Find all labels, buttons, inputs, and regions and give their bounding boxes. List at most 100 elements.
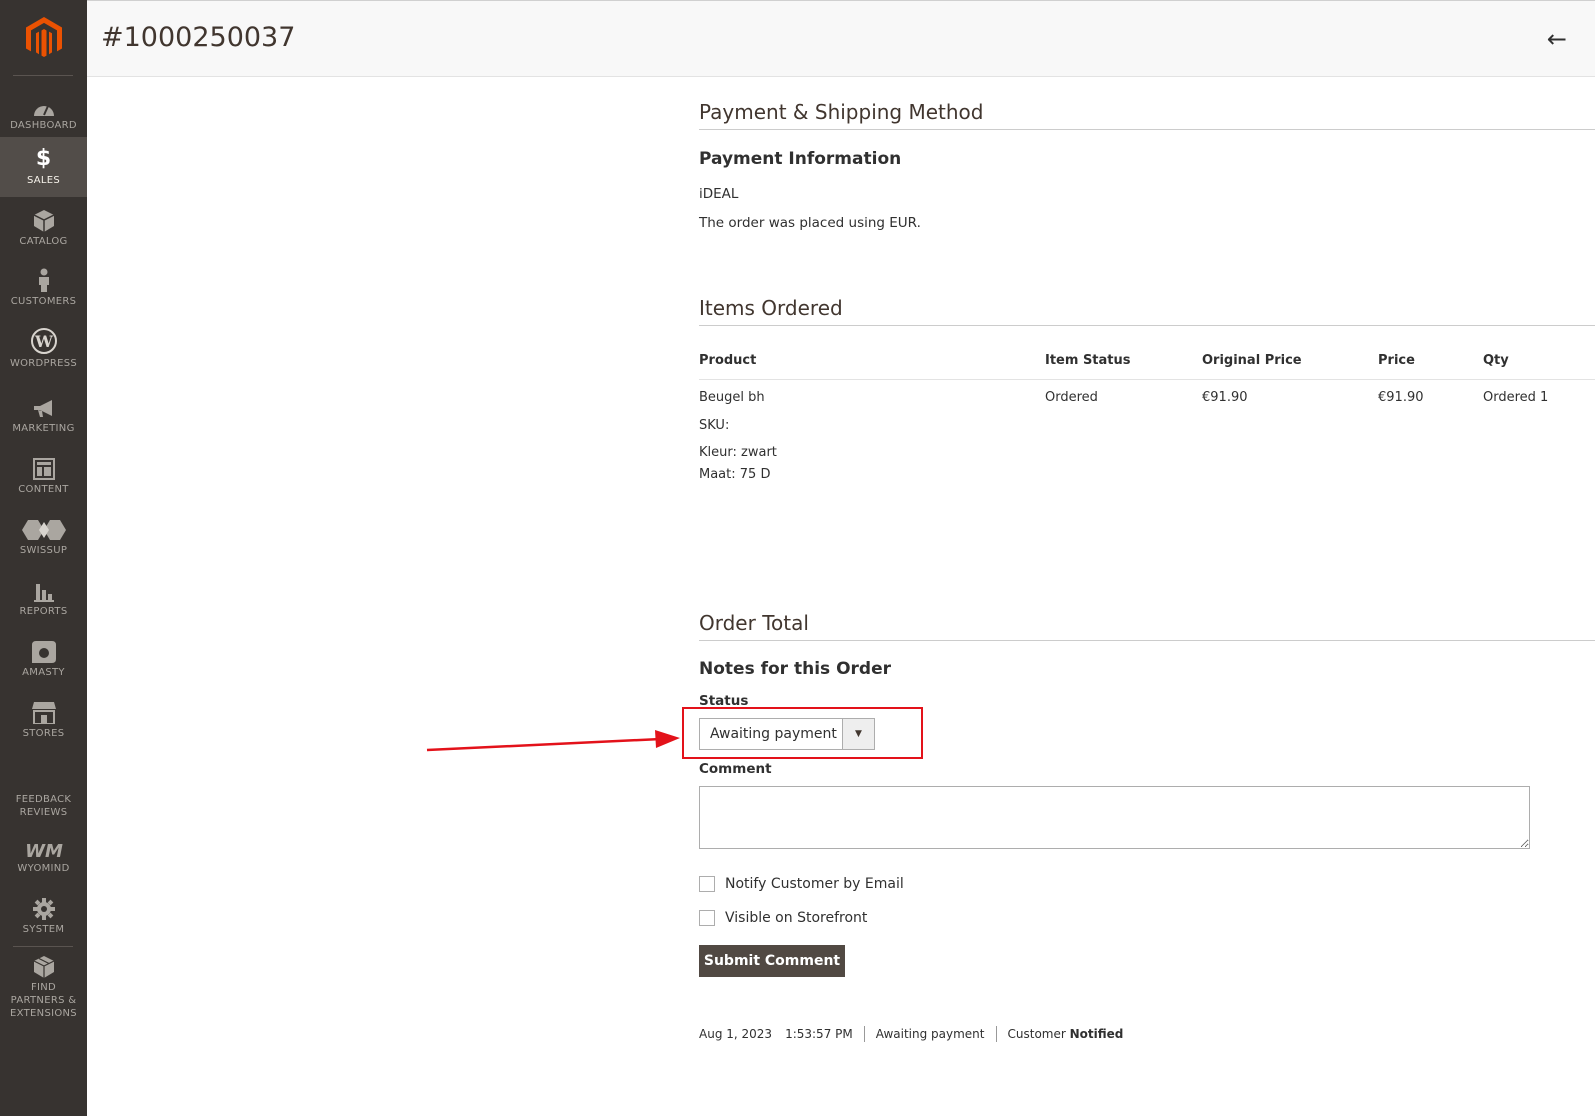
sidebar-item-label: CUSTOMERS [10, 296, 77, 307]
sidebar-item-label: STORES [22, 728, 65, 739]
swissup-icon [21, 515, 66, 541]
comment-label: Comment [699, 761, 772, 777]
bar-chart-icon [33, 576, 54, 602]
sidebar-item-stores[interactable]: STORES [0, 698, 87, 748]
visible-storefront-checkbox[interactable] [699, 910, 715, 926]
payment-method: iDEAL [699, 186, 739, 202]
sidebar-item-label: FIND PARTNERS & EXTENSIONS [10, 982, 77, 1019]
gear-icon [32, 894, 55, 920]
sidebar-item-label: CONTENT [18, 484, 69, 495]
page-header: #1000250037 ← [87, 0, 1595, 77]
dollar-icon: $ [35, 146, 52, 171]
sidebar-item-system[interactable]: SYSTEM [0, 894, 87, 938]
table-header-divider [699, 379, 1595, 380]
wyomind-icon: WM [23, 833, 65, 859]
layout-icon [32, 454, 55, 480]
history-status: Awaiting payment [875, 1027, 985, 1041]
history-customer-state: Notified [1069, 1027, 1124, 1041]
sidebar-item-label: SALES [26, 175, 61, 186]
sidebar-item-label: FEEDBACK REVIEWS [15, 794, 72, 818]
history-divider [995, 1026, 997, 1042]
option-value: 75 D [739, 467, 771, 482]
back-arrow-icon[interactable]: ← [1547, 25, 1567, 53]
column-header-original-price: Original Price [1202, 353, 1302, 368]
page-title: #1000250037 [101, 22, 296, 53]
original-price: €91.90 [1202, 390, 1248, 405]
notify-customer-label[interactable]: Notify Customer by Email [725, 876, 904, 892]
sidebar-divider [13, 946, 73, 947]
product-name: Beugel bh [699, 390, 765, 405]
comment-textarea[interactable] [699, 786, 1530, 849]
person-icon [38, 266, 50, 292]
qty: Ordered 1 [1483, 390, 1549, 405]
sidebar-item-wyomind[interactable]: WM WYOMIND [0, 833, 87, 877]
history-time: 1:53:57 PM [785, 1027, 853, 1041]
sidebar-item-amasty[interactable]: AMASTY [0, 637, 87, 687]
sidebar-item-swissup[interactable]: SWISSUP [0, 515, 87, 565]
notify-customer-row[interactable]: Notify Customer by Email [699, 876, 904, 892]
sidebar-item-label: WORDPRESS [9, 358, 78, 369]
sidebar-item-sales[interactable]: $ SALES [0, 137, 87, 197]
sidebar-item-label: DASHBOARD [10, 120, 77, 131]
store-icon [31, 698, 56, 724]
notify-customer-checkbox[interactable] [699, 876, 715, 892]
column-header-item-status: Item Status [1045, 353, 1131, 368]
sidebar-item-feedback-reviews[interactable]: FEEDBACK REVIEWS [0, 793, 87, 823]
sidebar-item-label: AMASTY [22, 667, 65, 678]
column-header-price: Price [1378, 353, 1415, 368]
magento-logo[interactable] [0, 0, 87, 76]
items-ordered-section-title: Items Ordered [699, 296, 1595, 326]
svg-text:WM: WM [25, 841, 63, 859]
sidebar-item-reports[interactable]: REPORTS [0, 576, 87, 626]
sidebar-item-label: REPORTS [19, 606, 68, 617]
sidebar-item-wordpress[interactable]: W WORDPRESS [0, 328, 87, 378]
notes-title: Notes for this Order [699, 659, 891, 679]
order-history-entry: Aug 1, 2023 1:53:57 PM Awaiting payment … [699, 1026, 1123, 1042]
dashboard-icon [32, 90, 56, 116]
sidebar-item-find-partners[interactable]: FIND PARTNERS & EXTENSIONS [0, 956, 87, 1019]
option-label: Kleur: [699, 445, 737, 460]
sidebar-item-catalog[interactable]: CATALOG [0, 206, 87, 256]
order-total-section-title: Order Total [699, 611, 1595, 641]
sidebar-divider [13, 75, 73, 76]
history-divider [863, 1026, 865, 1042]
product-sku: SKU: [699, 418, 730, 433]
wordpress-icon: W [30, 328, 57, 354]
sidebar-item-dashboard[interactable]: DASHBOARD [0, 90, 87, 136]
megaphone-icon [32, 393, 56, 419]
sidebar-item-customers[interactable]: CUSTOMERS [0, 266, 87, 316]
option-value: zwart [741, 445, 777, 460]
admin-sidebar: DASHBOARD $ SALES CATALOG CUSTOMERS W WO… [0, 0, 87, 1116]
history-customer-label: Customer [1007, 1027, 1066, 1041]
sidebar-item-marketing[interactable]: MARKETING [0, 393, 87, 443]
magento-logo-icon [25, 17, 62, 57]
sidebar-item-label: SWISSUP [19, 545, 68, 556]
product-option-kleur: Kleur: zwart [699, 445, 777, 460]
sidebar-item-label: WYOMIND [17, 863, 70, 874]
status-select[interactable]: Awaiting payment ▼ [699, 718, 875, 750]
sidebar-item-label: CATALOG [19, 236, 68, 247]
payment-information-title: Payment Information [699, 149, 902, 169]
sidebar-item-label: MARKETING [12, 423, 75, 434]
column-header-product: Product [699, 353, 757, 368]
item-status: Ordered [1045, 390, 1098, 405]
price: €91.90 [1378, 390, 1424, 405]
currency-note: The order was placed using EUR. [699, 215, 921, 231]
column-header-qty: Qty [1483, 353, 1509, 368]
annotation-arrow [426, 730, 680, 752]
status-select-value: Awaiting payment [710, 726, 837, 742]
submit-comment-button[interactable]: Submit Comment [699, 945, 845, 977]
history-date: Aug 1, 2023 [699, 1027, 773, 1041]
visible-storefront-row[interactable]: Visible on Storefront [699, 910, 867, 926]
visible-storefront-label[interactable]: Visible on Storefront [725, 910, 867, 926]
product-option-maat: Maat: 75 D [699, 467, 770, 482]
cubes-icon [32, 956, 56, 978]
box-icon [33, 206, 54, 232]
option-label: Maat: [699, 467, 736, 482]
svg-text:W: W [34, 332, 54, 351]
amasty-icon [31, 637, 56, 663]
sidebar-item-content[interactable]: CONTENT [0, 454, 87, 504]
chevron-down-icon[interactable]: ▼ [842, 719, 874, 749]
payment-shipping-section-title: Payment & Shipping Method [699, 100, 1595, 130]
sidebar-item-label: SYSTEM [22, 924, 65, 935]
